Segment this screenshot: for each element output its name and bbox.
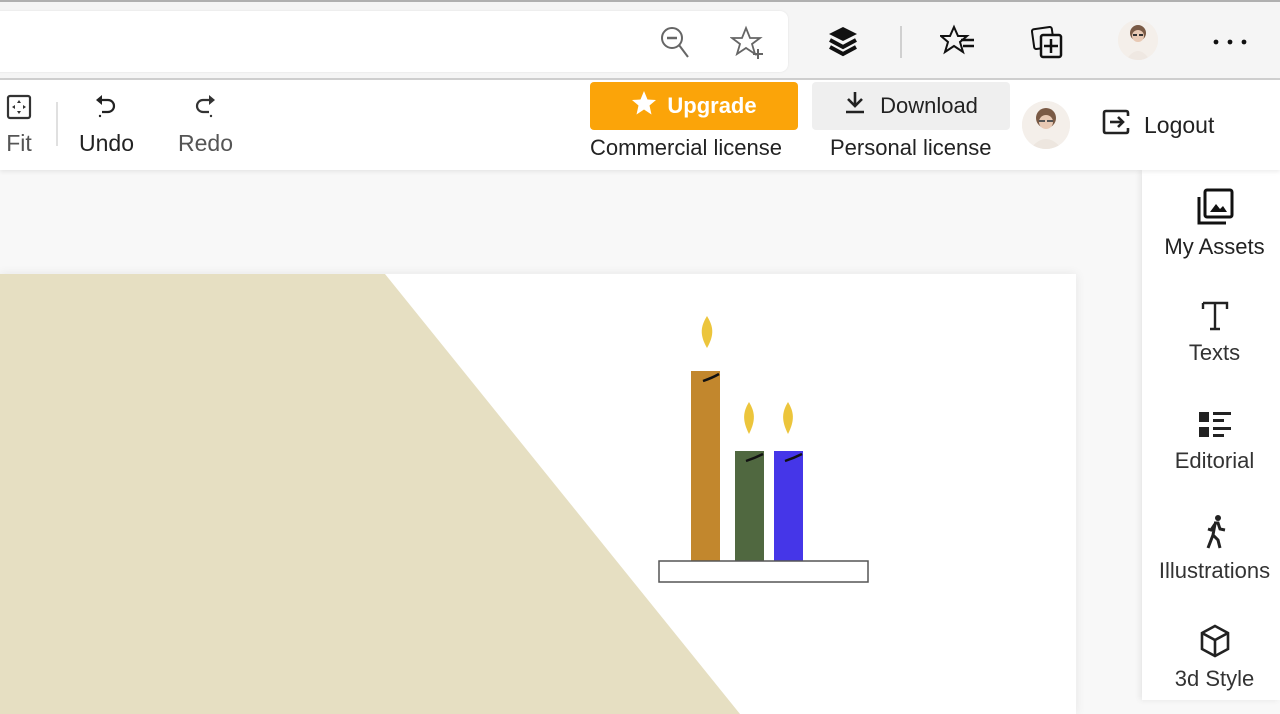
fit-button[interactable]: Fit — [6, 94, 32, 157]
commercial-license-label: Commercial license — [590, 135, 782, 160]
undo-icon — [94, 94, 118, 126]
layers-extension-icon[interactable] — [826, 24, 860, 58]
cube-icon — [1199, 624, 1231, 664]
personal-license-label: Personal license — [830, 135, 992, 160]
add-favorite-icon[interactable] — [730, 25, 766, 61]
toolbar-divider — [900, 26, 902, 58]
redo-icon — [193, 94, 217, 126]
candle-green — [735, 451, 764, 561]
editor-toolbar: Fit Undo Redo Upgrade Commercial license… — [0, 80, 1280, 170]
candles-illustration[interactable] — [658, 316, 869, 583]
download-button[interactable]: Download — [812, 82, 1010, 130]
canvas-workspace — [0, 170, 1142, 714]
design-artwork — [0, 274, 869, 714]
user-avatar[interactable] — [1022, 101, 1070, 149]
download-icon — [844, 91, 866, 121]
browser-toolbar — [0, 0, 1280, 80]
beige-shape[interactable] — [0, 274, 740, 714]
undo-label: Undo — [79, 130, 134, 156]
flame-tall — [701, 316, 713, 348]
design-page[interactable] — [0, 274, 1076, 714]
address-bar[interactable] — [0, 11, 788, 72]
profile-avatar[interactable] — [1118, 20, 1158, 60]
sidebar-label: Editorial — [1174, 448, 1255, 473]
upgrade-button[interactable]: Upgrade — [590, 82, 798, 130]
illustration-icon — [1200, 514, 1230, 556]
collections-icon[interactable] — [1030, 24, 1066, 60]
fit-icon — [6, 94, 32, 126]
candle-holder — [658, 560, 869, 583]
assets-icon — [1196, 188, 1234, 232]
zoom-out-icon[interactable] — [658, 25, 692, 59]
sidebar-label: 3d Style — [1174, 666, 1255, 691]
candle-blue — [774, 451, 803, 561]
redo-button[interactable]: Redo — [178, 94, 233, 157]
upgrade-label: Upgrade — [667, 93, 757, 118]
sidebar-item-editorial[interactable]: Editorial — [1142, 410, 1280, 474]
sidebar-label: Illustrations — [1158, 558, 1271, 583]
download-label: Download — [880, 93, 978, 118]
favorites-icon[interactable] — [940, 24, 976, 58]
editorial-icon — [1197, 410, 1233, 446]
sidebar-label: My Assets — [1164, 234, 1265, 259]
redo-label: Redo — [178, 130, 233, 156]
sidebar-item-my-assets[interactable]: My Assets — [1142, 188, 1280, 260]
flame-green — [744, 402, 754, 434]
flame-blue — [783, 402, 793, 434]
sidebar-item-illustrations[interactable]: Illustrations — [1142, 514, 1280, 584]
sidebar-item-texts[interactable]: Texts — [1142, 300, 1280, 366]
text-icon — [1200, 300, 1230, 338]
logout-button[interactable]: Logout — [1102, 108, 1214, 142]
right-sidebar: My Assets Texts Editorial Illustrations … — [1142, 170, 1280, 700]
toolbar-divider — [56, 102, 58, 146]
logout-label: Logout — [1144, 111, 1215, 138]
star-icon — [631, 90, 657, 122]
candle-tall — [691, 371, 720, 561]
sidebar-label: Texts — [1188, 340, 1241, 365]
undo-button[interactable]: Undo — [79, 94, 134, 157]
more-menu-icon[interactable] — [1210, 26, 1250, 56]
logout-icon — [1102, 108, 1130, 142]
fit-label: Fit — [6, 130, 32, 156]
sidebar-item-3d-style[interactable]: 3d Style — [1142, 624, 1280, 692]
